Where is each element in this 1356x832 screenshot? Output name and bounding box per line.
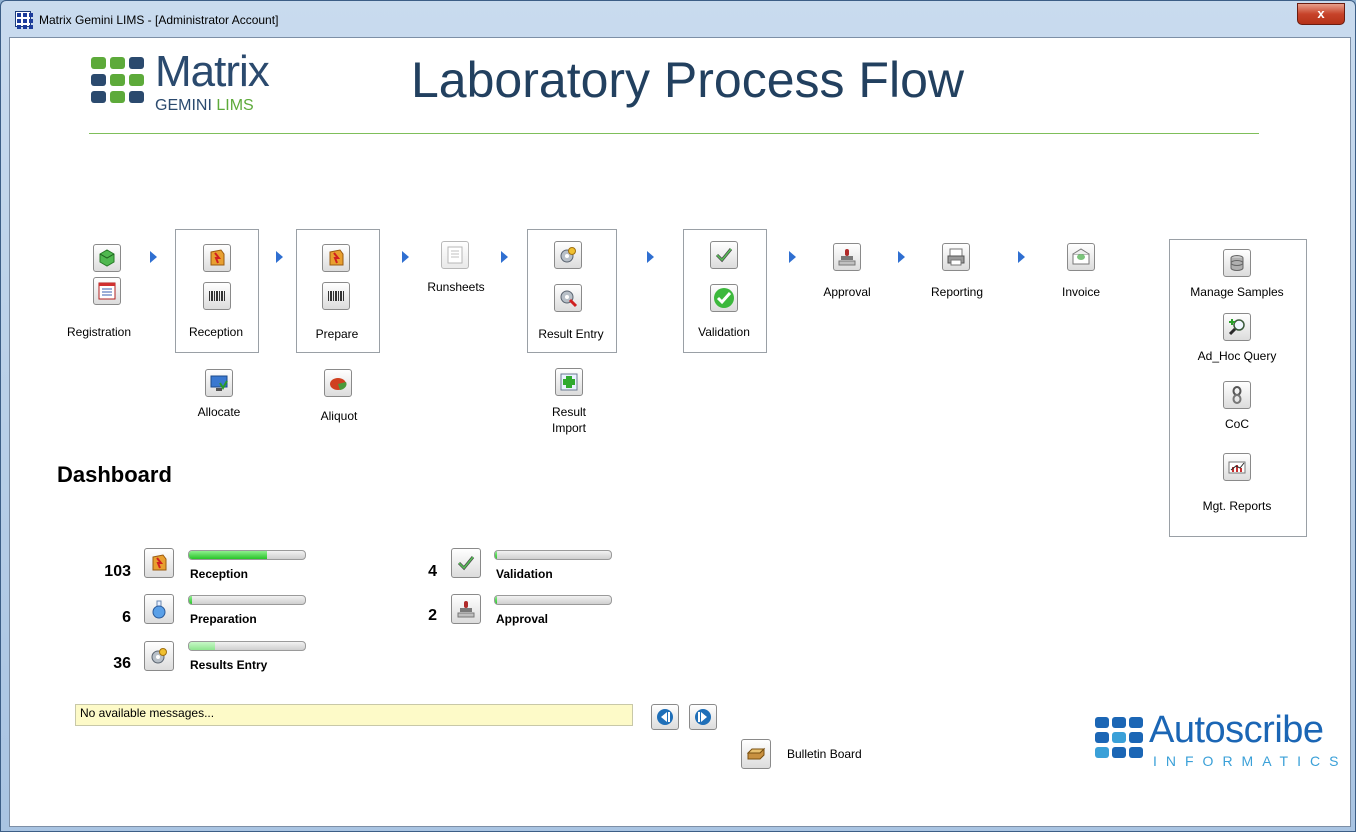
prepare-icon[interactable]	[322, 244, 350, 272]
page-title: Laboratory Process Flow	[411, 52, 965, 108]
approval-count: 2	[428, 607, 437, 624]
prepare-label[interactable]: Prepare	[296, 327, 378, 341]
validation-progress-bar	[494, 550, 612, 560]
inbox-tray-icon	[746, 747, 766, 760]
bulletin-board-label[interactable]: Bulletin Board	[787, 747, 862, 761]
title-bar[interactable]: Matrix Gemini LIMS - [Administrator Acco…	[1, 1, 1355, 37]
close-button[interactable]: x	[1297, 3, 1345, 25]
result-entry-gear-icon[interactable]	[554, 284, 582, 312]
logo-subtitle: GEMINI LIMS	[155, 97, 254, 115]
autoscribe-word: Autoscribe	[1149, 709, 1324, 751]
reception-dashboard-label[interactable]: Reception	[190, 567, 248, 581]
results-entry-progress-bar	[188, 641, 306, 651]
allocate-icon[interactable]	[205, 369, 233, 397]
validation-count: 4	[428, 563, 437, 580]
reporting-icon[interactable]	[942, 243, 970, 271]
autoscribe-logo-mark	[1095, 717, 1143, 758]
flow-arrow-1	[150, 251, 157, 263]
message-text: No available messages...	[80, 706, 215, 720]
next-message-button[interactable]	[689, 704, 717, 730]
mgt-reports-icon[interactable]	[1223, 453, 1251, 481]
flow-arrow-8	[1018, 251, 1025, 263]
bulletin-board-button[interactable]	[741, 739, 771, 769]
dashboard-title: Dashboard	[57, 462, 172, 487]
matrix-logo-mark	[91, 57, 144, 103]
registration-label[interactable]: Registration	[67, 325, 147, 339]
window-title: Matrix Gemini LIMS - [Administrator Acco…	[39, 13, 279, 27]
reception-count: 103	[104, 563, 131, 580]
validation-icon[interactable]	[710, 241, 738, 269]
result-entry-icon[interactable]	[554, 241, 582, 269]
barcode-icon[interactable]	[203, 282, 231, 310]
approval-progress-bar	[494, 595, 612, 605]
mgt-reports-label[interactable]: Mgt. Reports	[1169, 499, 1305, 513]
flow-arrow-5	[647, 251, 654, 263]
registration-icon[interactable]	[93, 244, 121, 272]
validation-dashboard-label[interactable]: Validation	[496, 567, 553, 581]
approval-icon[interactable]	[833, 243, 861, 271]
runsheets-icon[interactable]	[441, 241, 469, 269]
results-entry-dashboard-label[interactable]: Results Entry	[190, 658, 267, 672]
approval-progress-fill	[495, 596, 497, 604]
flow-arrow-3	[402, 251, 409, 263]
dashboard-reception-icon[interactable]	[144, 548, 174, 578]
dashboard-checkmark-icon[interactable]	[451, 548, 481, 578]
coc-label[interactable]: CoC	[1169, 417, 1305, 431]
flow-arrow-2	[276, 251, 283, 263]
header-divider	[89, 133, 1259, 134]
dashboard-flask-icon[interactable]	[144, 594, 174, 624]
preparation-dashboard-label[interactable]: Preparation	[190, 612, 257, 626]
manage-samples-label[interactable]: Manage Samples	[1169, 285, 1305, 299]
result-import-label-line2[interactable]: Import	[529, 421, 609, 435]
dashboard-stamp-icon[interactable]	[451, 594, 481, 624]
prev-arrow-icon	[657, 709, 673, 725]
preparation-count: 6	[122, 609, 131, 626]
allocate-label[interactable]: Allocate	[179, 405, 259, 419]
logo-sub-lims: LIMS	[216, 97, 254, 114]
ad-hoc-query-icon[interactable]	[1223, 313, 1251, 341]
validation-check-icon[interactable]	[710, 284, 738, 312]
aliquot-label[interactable]: Aliquot	[299, 409, 379, 423]
runsheets-label[interactable]: Runsheets	[416, 280, 496, 294]
ad-hoc-query-label[interactable]: Ad_Hoc Query	[1169, 349, 1305, 363]
preparation-progress-bar	[188, 595, 306, 605]
registration-form-icon[interactable]	[93, 277, 121, 305]
invoice-icon[interactable]	[1067, 243, 1095, 271]
reporting-label[interactable]: Reporting	[917, 285, 997, 299]
reception-label[interactable]: Reception	[175, 325, 257, 339]
flow-arrow-4	[501, 251, 508, 263]
message-box[interactable]: No available messages...	[75, 704, 633, 726]
dashboard-gear-icon[interactable]	[144, 641, 174, 671]
validation-label[interactable]: Validation	[683, 325, 765, 339]
coc-icon[interactable]	[1223, 381, 1251, 409]
approval-dashboard-label[interactable]: Approval	[496, 612, 548, 626]
invoice-label[interactable]: Invoice	[1041, 285, 1121, 299]
manage-samples-icon[interactable]	[1223, 249, 1251, 277]
reception-progress-bar	[188, 550, 306, 560]
approval-label[interactable]: Approval	[807, 285, 887, 299]
prepare-barcode-icon[interactable]	[322, 282, 350, 310]
next-arrow-icon	[695, 709, 711, 725]
previous-message-button[interactable]	[651, 704, 679, 730]
application-window: Matrix Gemini LIMS - [Administrator Acco…	[0, 0, 1356, 832]
reception-icon[interactable]	[203, 244, 231, 272]
app-icon	[15, 11, 33, 29]
flow-arrow-6	[789, 251, 796, 263]
results-entry-count: 36	[113, 655, 131, 672]
reception-progress-fill	[189, 551, 267, 559]
validation-progress-fill	[495, 551, 498, 559]
preparation-progress-fill	[189, 596, 193, 604]
logo-word: Matrix	[155, 47, 270, 96]
result-import-icon[interactable]	[555, 368, 583, 396]
autoscribe-sub: INFORMATICS	[1153, 753, 1348, 769]
flow-arrow-7	[898, 251, 905, 263]
result-entry-label[interactable]: Result Entry	[527, 327, 615, 341]
results-entry-progress-fill	[189, 642, 215, 650]
logo-sub-gemini: GEMINI	[155, 97, 212, 114]
result-import-label-line1[interactable]: Result	[529, 405, 609, 419]
aliquot-icon[interactable]	[324, 369, 352, 397]
